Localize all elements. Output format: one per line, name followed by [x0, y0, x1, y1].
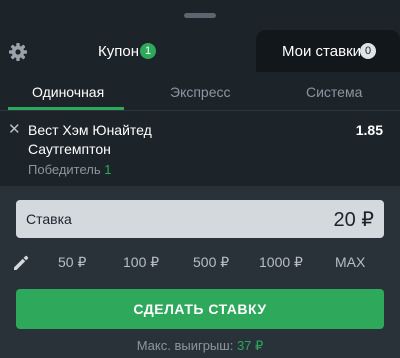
- max-win: Макс. выигрыш: 37 ₽: [0, 338, 400, 354]
- gear-icon[interactable]: [8, 42, 28, 62]
- bet-type-tabs: Одиночная Экспресс Система: [0, 72, 400, 111]
- stake-panel: Ставка 20 ₽ 50 ₽ 100 ₽ 500 ₽ 1000 ₽ MAX …: [0, 186, 400, 358]
- outcome-value: 1: [104, 162, 112, 177]
- stake-value: 20 ₽: [333, 209, 374, 231]
- quick-amount-100[interactable]: 100 ₽: [123, 254, 159, 271]
- stake-input[interactable]: Ставка 20 ₽: [16, 200, 384, 238]
- quick-amount-500[interactable]: 500 ₽: [193, 254, 229, 271]
- tab-express[interactable]: Экспресс: [170, 84, 231, 100]
- team-away: Саутгемптон: [28, 141, 111, 157]
- quick-amount-max[interactable]: MAX: [335, 254, 365, 270]
- quick-amount-1000[interactable]: 1000 ₽: [259, 254, 303, 271]
- top-tabs: Купон 1 Мои ставки 0: [0, 30, 400, 72]
- quick-amount-50[interactable]: 50 ₽: [58, 254, 86, 271]
- tab-coupon-label: Купон: [98, 43, 139, 60]
- my-bets-count-badge: 0: [360, 43, 376, 59]
- tab-my-bets[interactable]: Мои ставки 0: [256, 30, 400, 72]
- bet-outcome: Победитель 1: [28, 162, 112, 177]
- outcome-label: Победитель: [28, 162, 101, 177]
- max-win-value: 37 ₽: [236, 338, 264, 353]
- tab-coupon[interactable]: Купон 1: [0, 30, 256, 72]
- tab-system[interactable]: Система: [306, 84, 362, 100]
- stake-label: Ставка: [26, 211, 72, 227]
- coupon-count-badge: 1: [140, 43, 156, 59]
- team-home: Вест Хэм Юнайтед: [28, 122, 152, 138]
- pencil-icon[interactable]: [12, 254, 30, 272]
- max-win-label: Макс. выигрыш:: [136, 338, 234, 353]
- tab-my-bets-label: Мои ставки: [282, 43, 362, 60]
- tab-single[interactable]: Одиночная: [32, 84, 104, 100]
- place-bet-button[interactable]: СДЕЛАТЬ СТАВКУ: [16, 289, 384, 329]
- drag-handle[interactable]: [184, 13, 216, 18]
- active-tab-indicator: [8, 107, 124, 110]
- bet-odd: 1.85: [355, 122, 383, 138]
- close-icon[interactable]: ✕: [8, 122, 21, 137]
